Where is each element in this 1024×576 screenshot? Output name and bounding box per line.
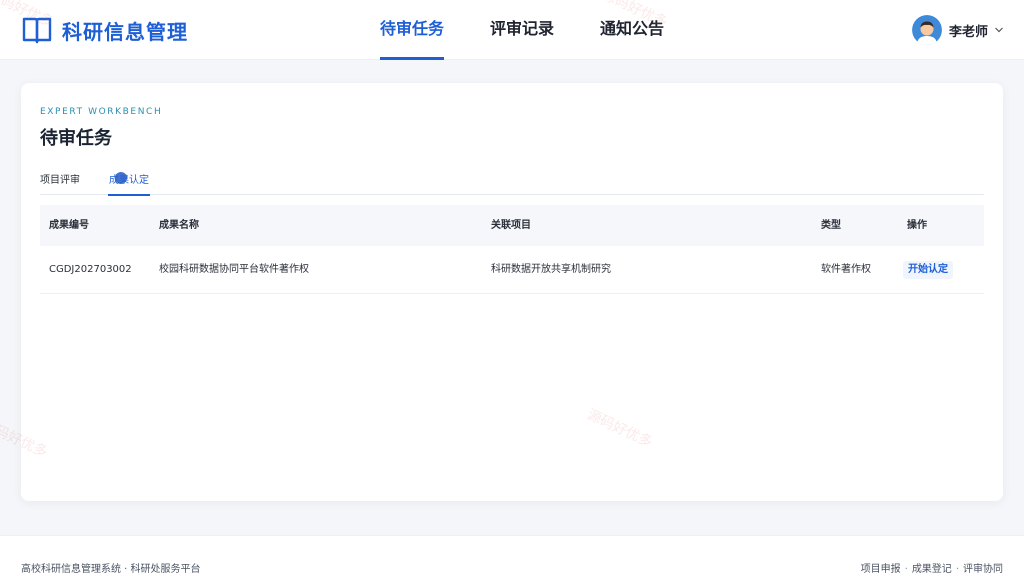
- cursor-dot-icon: [115, 172, 127, 184]
- task-table: 成果编号 成果名称 关联项目 类型 操作 CGDJ202703002 校园科研数…: [40, 205, 984, 294]
- achievement-id: CGDJ202703002: [49, 264, 132, 275]
- book-icon: [22, 17, 52, 44]
- tab-bar: 项目评审 成果认定: [40, 171, 984, 196]
- start-certification-button[interactable]: 开始认定: [903, 261, 953, 279]
- column-header: 成果名称: [159, 220, 199, 231]
- column-header: 类型: [821, 220, 841, 231]
- achievement-name: 校园科研数据协同平台软件著作权: [159, 264, 309, 275]
- tab-achievement-certification[interactable]: 成果认定: [108, 171, 150, 196]
- footer-link-project-apply[interactable]: 项目申报: [861, 564, 901, 575]
- footer-separator: ·: [955, 564, 959, 575]
- achievement-type: 软件著作权: [821, 264, 871, 275]
- footer-link-achievement-register[interactable]: 成果登记: [912, 564, 952, 575]
- footer-links: 项目申报 · 成果登记 · 评审协同: [861, 560, 1003, 575]
- tab-project-review[interactable]: 项目评审: [40, 171, 80, 195]
- nav-review-records[interactable]: 评审记录: [490, 0, 554, 60]
- footer-separator: ·: [904, 564, 908, 575]
- table-header: 成果编号 成果名称 关联项目 类型 操作: [40, 205, 984, 246]
- column-header: 成果编号: [49, 220, 89, 231]
- chevron-down-icon[interactable]: [994, 25, 1004, 35]
- nav-announcements[interactable]: 通知公告: [600, 0, 664, 60]
- related-project: 科研数据开放共享机制研究: [491, 264, 611, 275]
- main-nav: 待审任务 评审记录 通知公告: [380, 0, 710, 60]
- table-row: CGDJ202703002 校园科研数据协同平台软件著作权 科研数据开放共享机制…: [40, 246, 984, 294]
- footer-link-review-collab[interactable]: 评审协同: [963, 564, 1003, 575]
- column-header: 操作: [907, 220, 927, 231]
- user-menu[interactable]: 李老师: [911, 14, 1004, 46]
- avatar-icon: [911, 15, 942, 45]
- column-header: 关联项目: [491, 220, 531, 231]
- nav-pending-tasks[interactable]: 待审任务: [380, 0, 445, 60]
- page-title: 待审任务: [40, 128, 112, 149]
- content-card: EXPERT WORKBENCH 待审任务 项目评审 成果认定 成果编号 成果名…: [21, 83, 1003, 501]
- brand[interactable]: 科研信息管理: [22, 15, 188, 45]
- user-name: 李老师: [948, 24, 988, 40]
- section-eyebrow: EXPERT WORKBENCH: [40, 107, 163, 117]
- footer-copyright: 高校科研信息管理系统 · 科研处服务平台: [21, 564, 201, 575]
- top-header: 科研信息管理 待审任务 评审记录 通知公告 李老师: [0, 0, 1024, 60]
- app-title: 科研信息管理: [62, 19, 188, 44]
- page-footer: 高校科研信息管理系统 · 科研处服务平台 项目申报 · 成果登记 · 评审协同: [0, 535, 1024, 576]
